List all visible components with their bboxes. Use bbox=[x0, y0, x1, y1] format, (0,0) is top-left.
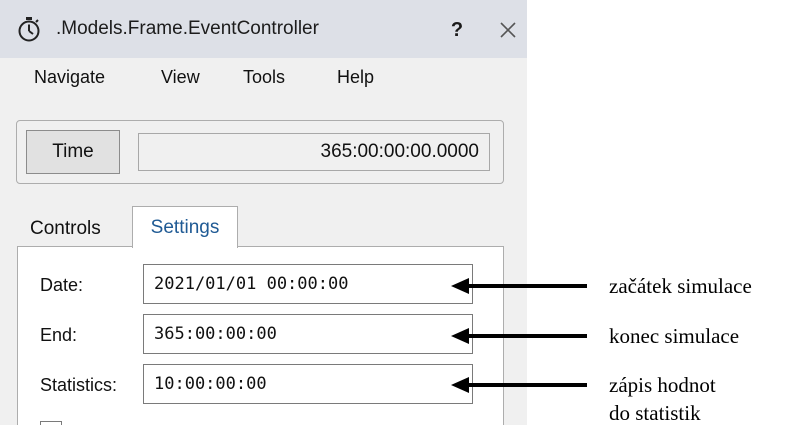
arrow-left-icon bbox=[451, 377, 587, 393]
time-group: Time 365:00:00:00.0000 bbox=[16, 120, 504, 184]
date-label: Date: bbox=[40, 275, 84, 295]
stopwatch-icon bbox=[18, 17, 40, 42]
time-button[interactable]: Time bbox=[26, 130, 120, 174]
annotation-end: konec simulace bbox=[609, 324, 740, 348]
arrow-left-icon bbox=[451, 328, 587, 344]
arrow-left-icon bbox=[451, 278, 587, 294]
menu-help[interactable]: Help bbox=[337, 67, 374, 88]
checkbox[interactable] bbox=[40, 421, 62, 425]
title-bar[interactable]: .Models.Frame.EventController ? bbox=[0, 0, 527, 58]
end-label: End: bbox=[40, 325, 78, 345]
date-input[interactable]: 2021/01/01 00:00:00 bbox=[143, 264, 473, 304]
menu-tools[interactable]: Tools bbox=[243, 67, 285, 88]
menu-bar: Navigate View Tools Help bbox=[0, 58, 527, 98]
help-button[interactable]: ? bbox=[444, 14, 470, 46]
tab-settings[interactable]: Settings bbox=[132, 206, 238, 248]
statistics-label: Statistics: bbox=[40, 375, 118, 395]
menu-navigate[interactable]: Navigate bbox=[34, 67, 105, 88]
event-controller-window: .Models.Frame.EventController ? Navigate… bbox=[0, 0, 527, 425]
window-title: .Models.Frame.EventController bbox=[56, 18, 319, 39]
tab-controls[interactable]: Controls bbox=[30, 218, 101, 240]
close-icon[interactable] bbox=[498, 20, 518, 40]
annotation-start: začátek simulace bbox=[609, 274, 752, 298]
menu-view[interactable]: View bbox=[161, 67, 200, 88]
statistics-input[interactable]: 10:00:00:00 bbox=[143, 364, 473, 404]
annotation-statistics-1: zápis hodnot bbox=[609, 373, 716, 397]
time-display: 365:00:00:00.0000 bbox=[138, 133, 490, 171]
annotation-statistics-2: do statistik bbox=[609, 401, 701, 425]
end-input[interactable]: 365:00:00:00 bbox=[143, 314, 473, 354]
